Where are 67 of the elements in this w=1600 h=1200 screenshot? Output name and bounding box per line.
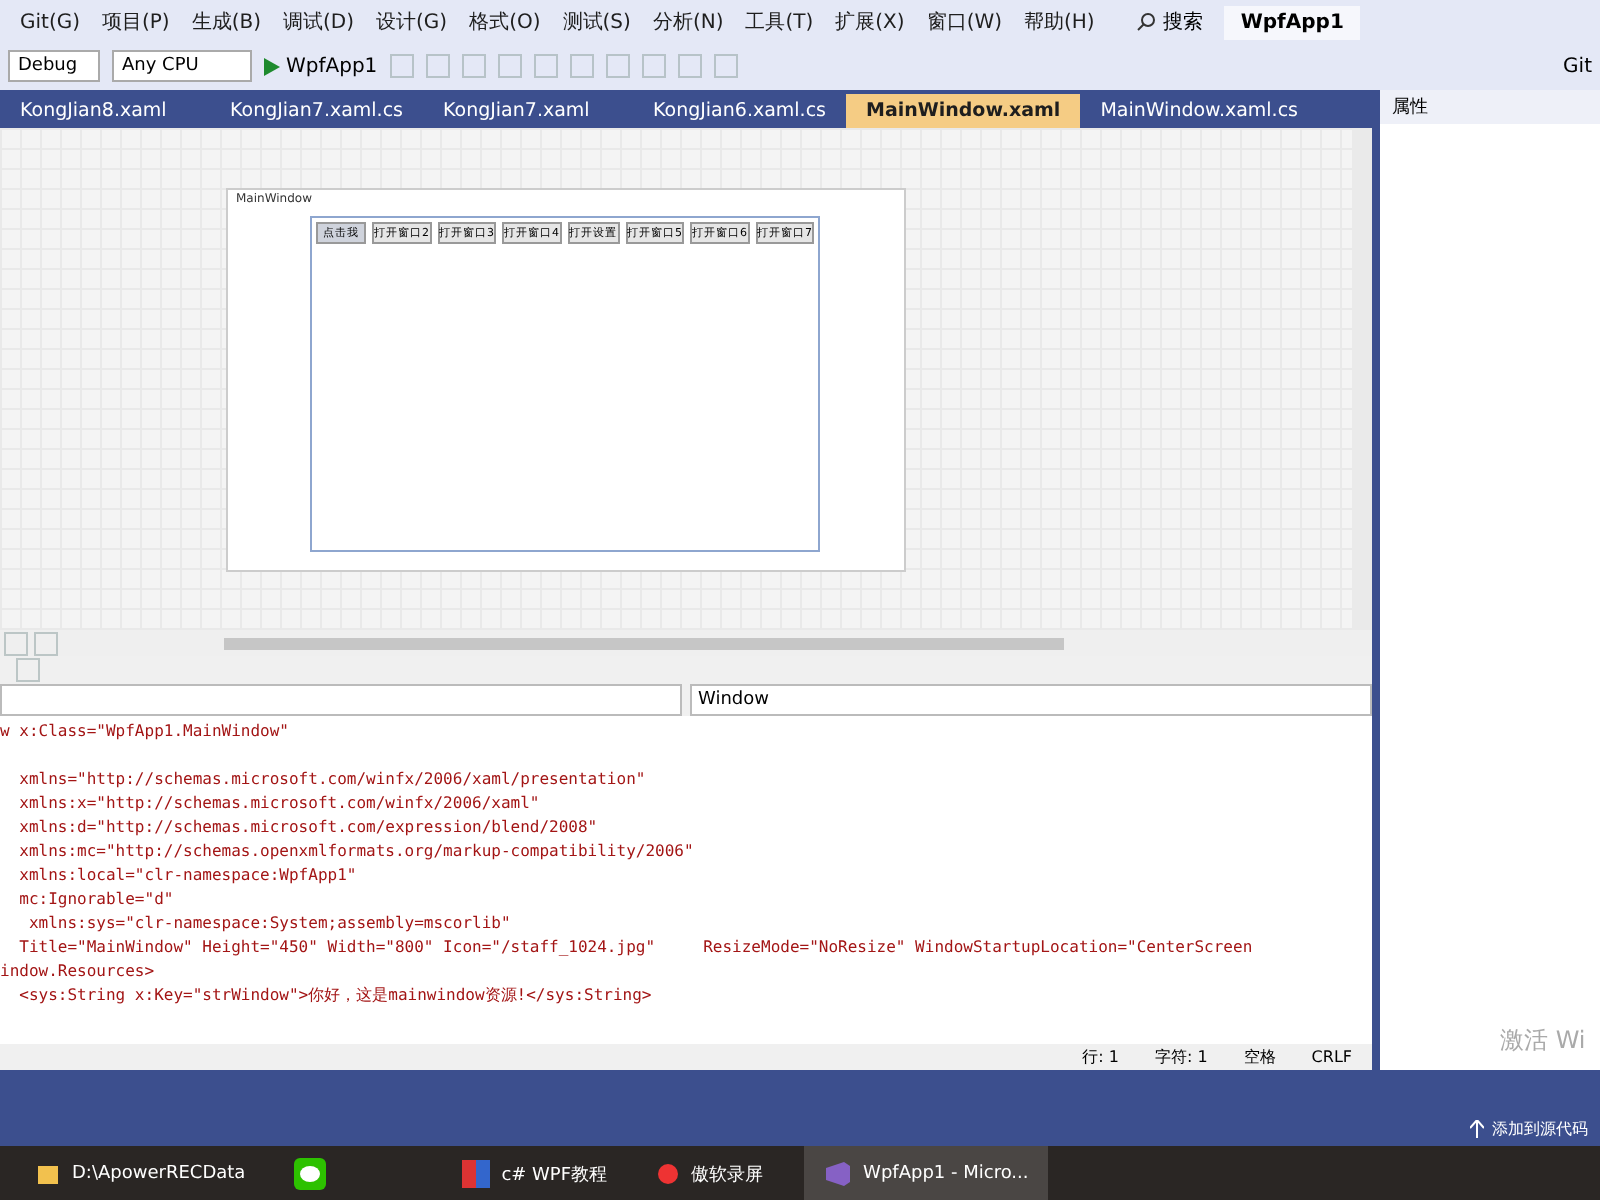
- code-line: xmlns:d="http://schemas.microsoft.com/expression/blend/2008": [17, 816, 600, 840]
- taskbar-item[interactable]: D:\ApowerRECData: [16, 1146, 266, 1200]
- toolbar-icon[interactable]: [677, 54, 702, 78]
- code-line: xmlns:x="http://schemas.microsoft.com/winfx/2006/xaml": [17, 792, 542, 816]
- code-line: <sys:String x:Key="strWindow">你好，这是mainwindow资源!</sys:String>: [17, 984, 654, 1008]
- git-button[interactable]: Git: [1563, 55, 1600, 77]
- code-line: indow.Resources>: [0, 960, 157, 984]
- code-line: xmlns:mc="http://schemas.openxmlformats.org/markup-compatibility/2006": [17, 840, 696, 864]
- visual-studio-icon: [823, 1160, 852, 1188]
- app-icon: [461, 1160, 490, 1188]
- document-tab[interactable]: KongJian6.xaml.cs: [633, 94, 846, 128]
- toolbar-icon[interactable]: [605, 54, 630, 78]
- taskbar-item[interactable]: 傲软录屏: [635, 1146, 796, 1200]
- source-control-button[interactable]: 添加到源代码: [1492, 1118, 1588, 1140]
- document-tab[interactable]: KongJian7.xaml: [423, 94, 633, 128]
- scrollbar-thumb[interactable]: [224, 637, 1064, 649]
- toolbar-icon[interactable]: [569, 54, 594, 78]
- menu-item[interactable]: 生成(B): [191, 8, 262, 36]
- status-item: 行: 1: [1082, 1046, 1119, 1068]
- document-tab[interactable]: KongJian7.xaml.cs: [210, 94, 423, 128]
- platform-dropdown[interactable]: Any CPU: [112, 50, 252, 82]
- toolbar-icon[interactable]: [713, 54, 738, 78]
- search-button[interactable]: 搜索: [1136, 8, 1203, 36]
- search-icon: [1136, 12, 1157, 32]
- menu-item[interactable]: 调试(D): [283, 8, 355, 36]
- taskbar-item[interactable]: c# WPF教程: [441, 1146, 628, 1200]
- menu-item[interactable]: 项目(P): [102, 8, 170, 36]
- configuration-dropdown[interactable]: Debug: [8, 50, 100, 82]
- menu-item[interactable]: 扩展(X): [835, 8, 905, 36]
- menu-item[interactable]: 设计(G): [376, 8, 448, 36]
- toolbar-icon[interactable]: [497, 54, 522, 78]
- element-dropdown[interactable]: Window: [690, 684, 1372, 716]
- chat-app-icon: [293, 1158, 326, 1190]
- code-editor[interactable]: [0, 716, 1372, 1044]
- menu-item[interactable]: 分析(N): [652, 8, 724, 36]
- document-tab[interactable]: MainWindow.xaml.cs: [1080, 94, 1319, 128]
- menu-item[interactable]: 测试(S): [562, 8, 631, 36]
- menu-item[interactable]: 帮助(H): [1024, 8, 1095, 36]
- status-item: 字符: 1: [1154, 1046, 1208, 1068]
- toolbar-icon[interactable]: [533, 54, 558, 78]
- taskbar-item[interactable]: WpfApp1 - Micro...: [803, 1146, 1049, 1200]
- up-arrow-icon: [1470, 1120, 1484, 1138]
- status-item: CRLF: [1311, 1048, 1352, 1066]
- status-item: 空格: [1243, 1046, 1276, 1068]
- menu-item[interactable]: 窗口(W): [926, 8, 1003, 36]
- toolbar-icon[interactable]: [425, 54, 450, 78]
- record-icon: [655, 1162, 680, 1186]
- document-tab[interactable]: MainWindow.xaml: [846, 94, 1081, 128]
- toolbar-icon[interactable]: [641, 54, 666, 78]
- code-line: w x:Class="WpfApp1.MainWindow": [0, 720, 291, 744]
- panel-title: 属性: [1380, 90, 1600, 124]
- toolbar-icon[interactable]: [461, 54, 486, 78]
- menu-item[interactable]: 工具(T): [745, 8, 814, 36]
- code-line: xmlns="http://schemas.microsoft.com/winfx/2006/xaml/presentation": [17, 768, 648, 792]
- play-icon: [264, 57, 280, 75]
- code-line: xmlns:local="clr-namespace:WpfApp1": [17, 864, 359, 888]
- toolbar-icon[interactable]: [389, 54, 414, 78]
- code-line: mc:Ignorable="d": [17, 888, 176, 912]
- menu-item[interactable]: Git(G): [20, 11, 80, 33]
- code-line: xmlns:sys="clr-namespace:System;assembly=mscorlib": [26, 912, 513, 936]
- solution-name: WpfApp1: [1224, 5, 1360, 39]
- code-line: Title="MainWindow" Height="450" Width="800" Icon="/staff_1024.jpg" ResizeMode="NoResize" WindowStartupLocation="CenterScreen: [17, 936, 1255, 960]
- menu-item[interactable]: 格式(O): [469, 8, 541, 36]
- activation-notice: 激活 Wi: [1500, 1024, 1586, 1058]
- document-tab[interactable]: KongJian8.xaml: [0, 94, 210, 128]
- folder-icon: [36, 1162, 60, 1186]
- start-button[interactable]: WpfApp1: [264, 55, 378, 77]
